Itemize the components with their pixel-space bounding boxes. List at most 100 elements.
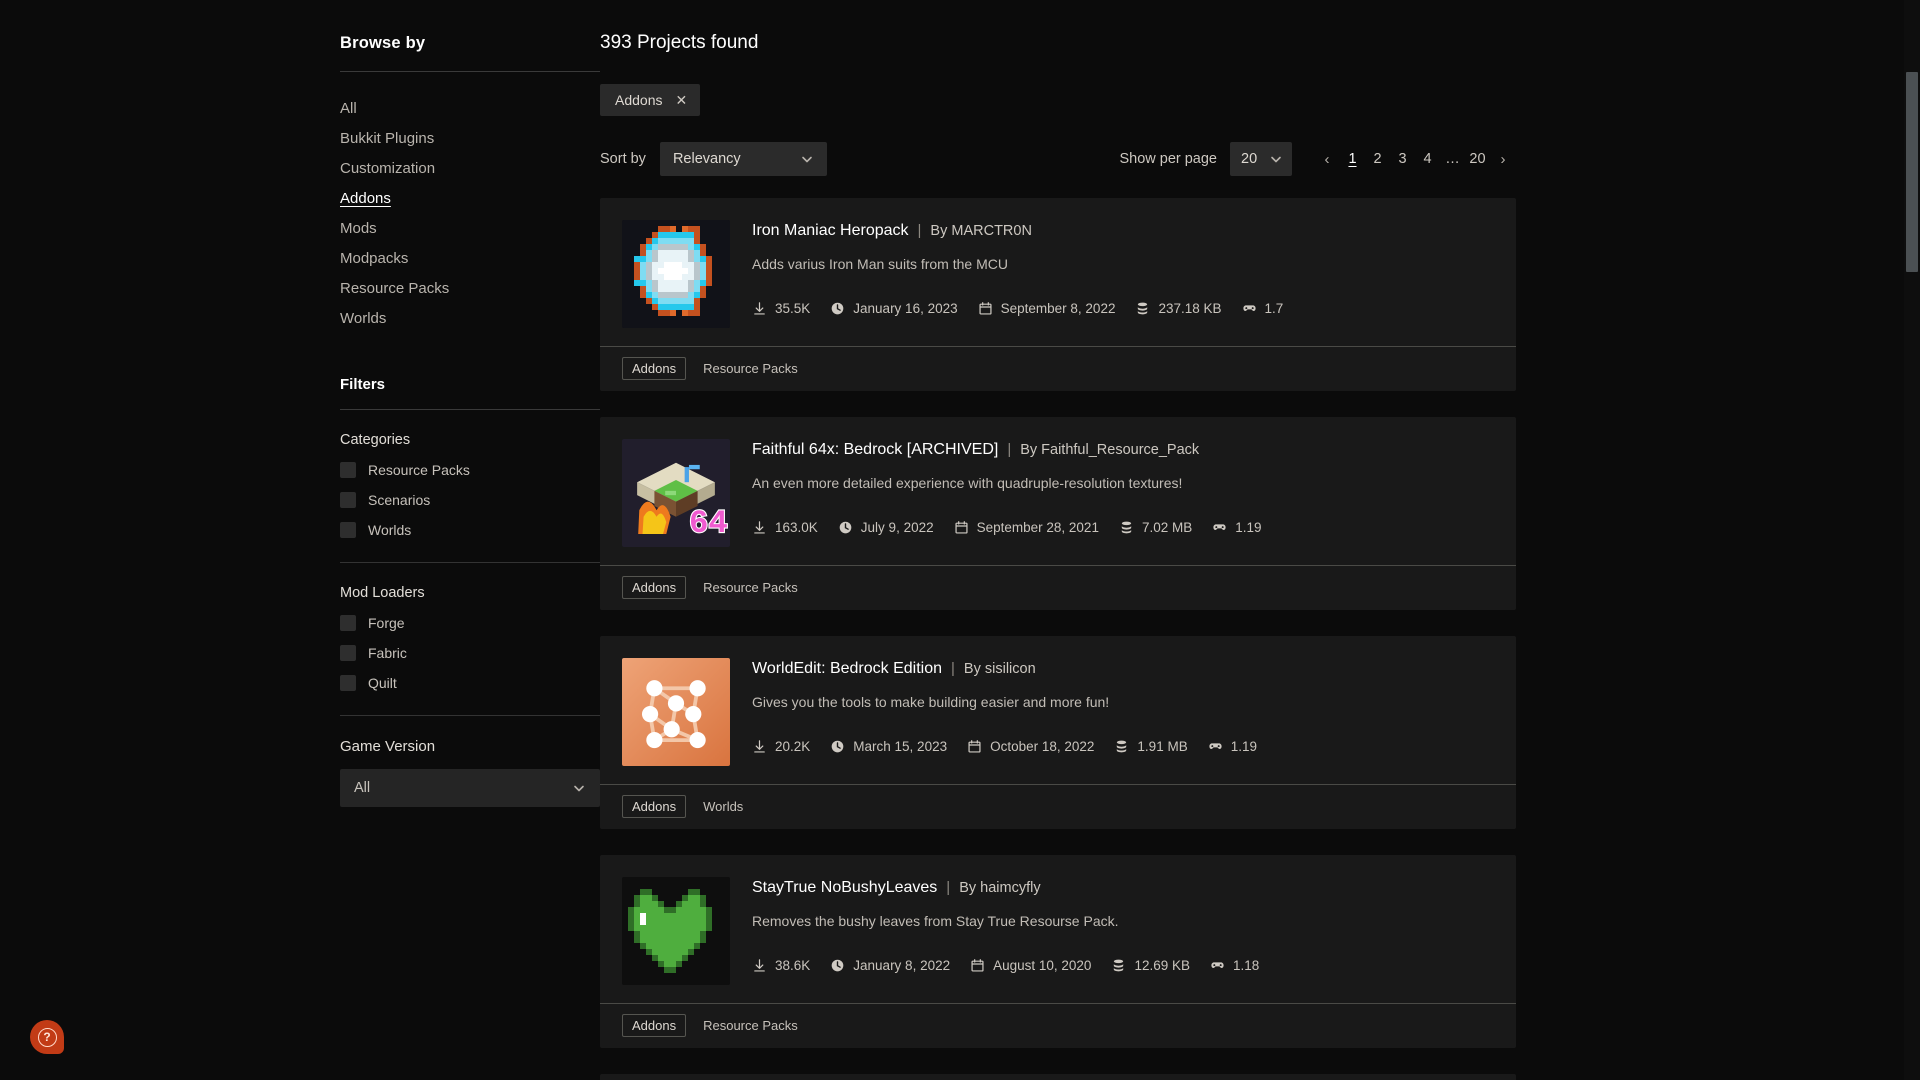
close-icon[interactable]: ✕ [675, 93, 687, 107]
filter-option-label: Worlds [368, 522, 412, 538]
active-filter-chip-addons[interactable]: Addons ✕ [600, 84, 701, 116]
database-icon [1119, 520, 1134, 535]
meta-file-size-value: 7.02 MB [1141, 520, 1193, 535]
filter-modloader-quilt[interactable]: Quilt [340, 675, 600, 691]
meta-game-version: 1.19 [1212, 520, 1262, 535]
meta-updated-date-value: January 16, 2023 [853, 301, 958, 316]
mod-loaders-divider [340, 715, 600, 716]
project-author[interactable]: By haimcyfly [959, 880, 1040, 896]
gamepad-icon [1210, 958, 1225, 973]
pagination-page-4[interactable]: 4 [1415, 146, 1440, 172]
pagination-page-2[interactable]: 2 [1365, 146, 1390, 172]
pagination-next-icon[interactable]: › [1490, 146, 1516, 172]
project-author[interactable]: By MARCTR0N [930, 223, 1032, 239]
sidebar-item-mods[interactable]: Mods [340, 214, 377, 244]
filter-category-resource-packs[interactable]: Resource Packs [340, 462, 600, 478]
gamepad-icon [1208, 739, 1223, 754]
download-icon [752, 520, 767, 535]
project-thumbnail: 64 [622, 439, 730, 547]
pagination-page-1[interactable]: 1 [1340, 146, 1365, 172]
project-card[interactable]: 64 Faithful 64x: Bedrock [ARCHIVED] | By Fa… [600, 417, 1516, 610]
checkbox-icon[interactable] [340, 522, 356, 538]
project-card[interactable]: StayTrue NoBushyLeaves | By haimcyfly Remov… [600, 855, 1516, 1048]
meta-created-date-value: September 28, 2021 [976, 520, 1099, 535]
filter-category-scenarios[interactable]: Scenarios [340, 492, 600, 508]
checkbox-icon[interactable] [340, 675, 356, 691]
project-tag[interactable]: Addons [622, 795, 687, 818]
filter-category-worlds[interactable]: Worlds [340, 522, 600, 538]
clock-icon [838, 520, 853, 535]
project-thumbnail [622, 220, 730, 328]
title-separator: | [917, 222, 922, 239]
sidebar-item-bukkit-plugins[interactable]: Bukkit Plugins [340, 124, 434, 154]
results-toolbar: Sort by Relevancy Show per page 20 ‹ 1 2… [600, 142, 1516, 176]
sidebar-item-addons[interactable]: Addons [340, 184, 391, 214]
sidebar-item-modpacks[interactable]: Modpacks [340, 244, 408, 274]
checkbox-icon[interactable] [340, 645, 356, 661]
pagination-page-3[interactable]: 3 [1390, 146, 1415, 172]
meta-file-size-value: 237.18 KB [1158, 301, 1222, 316]
sidebar-item-worlds[interactable]: Worlds [340, 304, 386, 334]
project-description: An even more detailed experience with qu… [752, 475, 1183, 491]
meta-downloads: 163.0K [752, 520, 818, 535]
browse-by-heading: Browse by [340, 34, 426, 52]
project-tag[interactable]: Addons [622, 1014, 687, 1037]
project-tag[interactable]: Resource Packs [700, 576, 801, 599]
meta-created-date: September 8, 2022 [978, 301, 1115, 316]
pagination-page-last[interactable]: 20 [1465, 146, 1490, 172]
download-icon [752, 958, 767, 973]
show-per-page-select[interactable]: 20 [1230, 142, 1292, 176]
game-version-label: Game Version [340, 738, 436, 755]
filter-group-mod-loaders: Mod Loaders Forge Fabric Quilt [340, 585, 600, 691]
project-thumbnail [622, 877, 730, 985]
show-per-page-label: Show per page [1119, 151, 1217, 167]
checkbox-icon[interactable] [340, 492, 356, 508]
sidebar-item-all[interactable]: All [340, 94, 357, 124]
project-title[interactable]: StayTrue NoBushyLeaves [752, 879, 937, 897]
checkbox-icon[interactable] [340, 462, 356, 478]
project-card[interactable]: WebWarriors Heropack|By LuckyLucasGamesL… [600, 1074, 1516, 1080]
chevron-down-icon [1269, 152, 1283, 166]
sidebar-item-resource-packs[interactable]: Resource Packs [340, 274, 449, 304]
project-tag[interactable]: Resource Packs [700, 357, 801, 380]
page-scrollbar[interactable] [1904, 0, 1920, 1080]
meta-updated-date-value: March 15, 2023 [853, 739, 948, 754]
project-author[interactable]: By sisilicon [964, 661, 1036, 677]
project-card-body: StayTrue NoBushyLeaves | By haimcyfly Remov… [600, 855, 1516, 1003]
meta-file-size: 237.18 KB [1135, 301, 1222, 316]
sort-by-select[interactable]: Relevancy [659, 142, 827, 176]
project-tag[interactable]: Worlds [700, 795, 746, 818]
sidebar: Browse by All Bukkit Plugins Customization… [0, 0, 600, 1080]
pagination-prev-icon[interactable]: ‹ [1314, 146, 1340, 172]
meta-game-version: 1.7 [1242, 301, 1283, 316]
clock-icon [830, 301, 845, 316]
project-card[interactable]: WorldEdit: Bedrock Edition | By sisilicon G… [600, 636, 1516, 829]
project-tag[interactable]: Addons [622, 357, 687, 380]
project-tag[interactable]: Resource Packs [700, 1014, 801, 1037]
scrollbar-thumb[interactable] [1906, 72, 1918, 272]
project-tag[interactable]: Addons [622, 576, 687, 599]
game-version-value: All [354, 780, 371, 796]
filter-modloader-fabric[interactable]: Fabric [340, 645, 600, 661]
filter-modloader-forge[interactable]: Forge [340, 615, 600, 631]
project-author[interactable]: By Faithful_Resource_Pack [1020, 442, 1199, 458]
title-separator: | [951, 660, 955, 677]
meta-created-date: September 28, 2021 [954, 520, 1099, 535]
browse-nav-list: All Bukkit Plugins Customization Addons Mods… [340, 94, 600, 334]
filters-heading: Filters [340, 376, 386, 393]
game-version-select[interactable]: All [340, 769, 600, 807]
help-button[interactable]: ? [30, 1020, 64, 1054]
project-meta-row: 163.0K July 9, 2022 September 28, 2021 7.02… [752, 520, 1492, 535]
project-title[interactable]: WorldEdit: Bedrock Edition [752, 660, 942, 678]
project-card-body: Iron Maniac Heropack | By MARCTR0N Adds var… [600, 198, 1516, 346]
filter-option-label: Resource Packs [368, 462, 470, 478]
meta-downloads-value: 35.5K [775, 301, 811, 316]
sidebar-item-customization[interactable]: Customization [340, 154, 435, 184]
project-card[interactable]: Iron Maniac Heropack | By MARCTR0N Adds var… [600, 198, 1516, 391]
project-title[interactable]: Iron Maniac Heropack [752, 222, 909, 240]
meta-file-size: 1.91 MB [1114, 739, 1188, 754]
checkbox-icon[interactable] [340, 615, 356, 631]
meta-downloads: 35.5K [752, 301, 810, 316]
project-title[interactable]: Faithful 64x: Bedrock [ARCHIVED] [752, 441, 998, 459]
calendar-icon [954, 520, 969, 535]
